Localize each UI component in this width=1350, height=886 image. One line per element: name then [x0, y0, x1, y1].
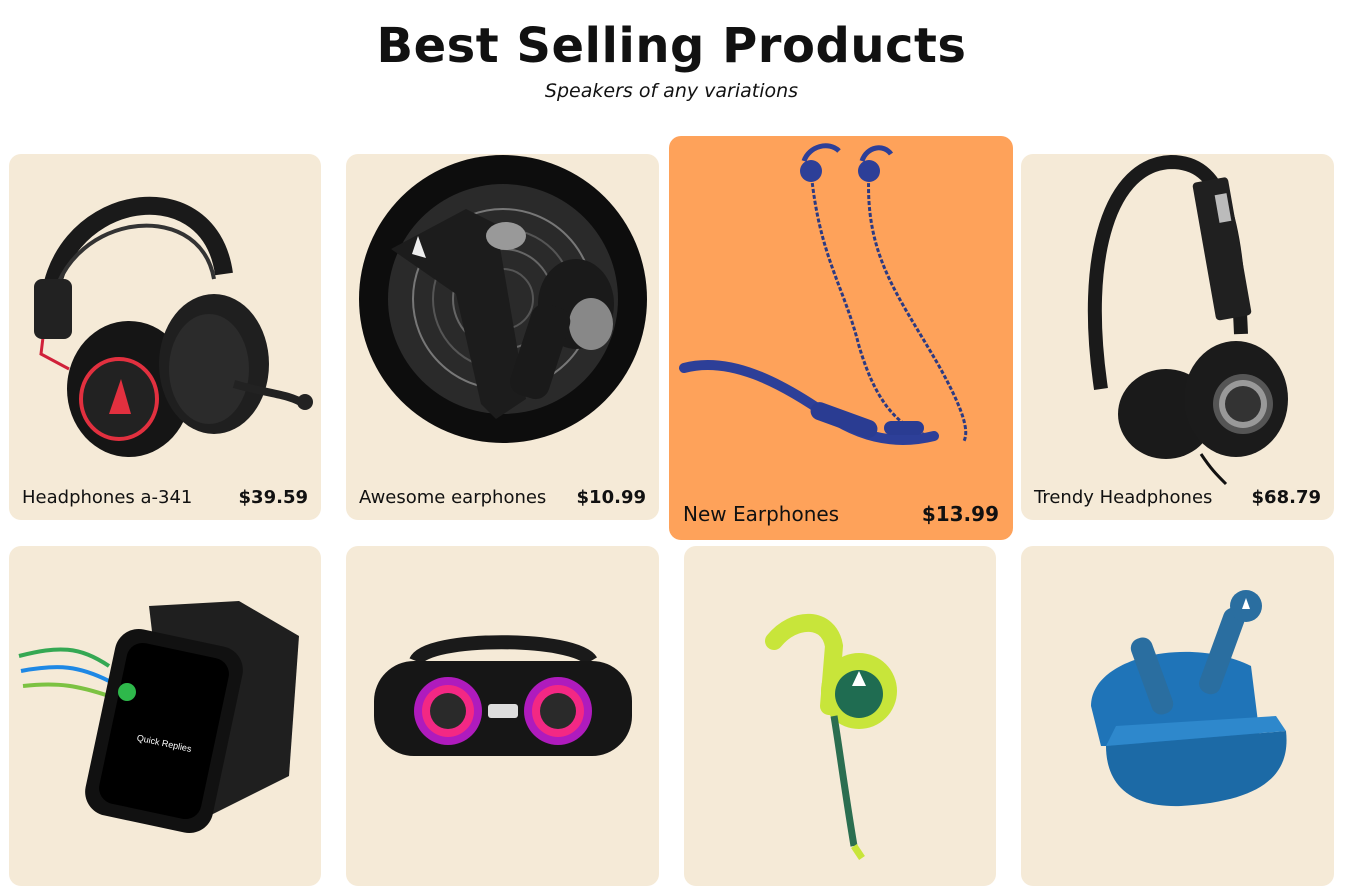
- product-name: New Earphones: [683, 502, 840, 526]
- on-ear-headphones-icon: [1021, 154, 1334, 520]
- product-card-earbuds-case[interactable]: [1021, 546, 1334, 886]
- product-card-awesome-earphones[interactable]: Awesome earphones $10.99: [346, 154, 659, 520]
- product-price: $39.59: [238, 487, 308, 508]
- neckband-earphones-icon: [669, 136, 1013, 540]
- page-title: Best Selling Products: [376, 18, 967, 74]
- product-card-sports-earphone[interactable]: [684, 546, 996, 886]
- sports-earphone-icon: [684, 546, 996, 886]
- product-card-headphones-a341[interactable]: Headphones a-341 $39.59: [9, 154, 321, 520]
- product-card-trendy-headphones[interactable]: Trendy Headphones $68.79: [1021, 154, 1334, 520]
- product-price: $13.99: [921, 502, 999, 526]
- product-card-smartwatch[interactable]: Quick Replies: [9, 546, 321, 886]
- product-name: Awesome earphones: [359, 487, 547, 508]
- product-card-new-earphones[interactable]: New Earphones $13.99: [669, 136, 1013, 540]
- smartwatch-icon: Quick Replies: [9, 546, 321, 886]
- product-name: Headphones a-341: [22, 487, 193, 508]
- product-name: Trendy Headphones: [1034, 487, 1213, 508]
- product-card-bluetooth-speaker[interactable]: [346, 546, 659, 886]
- product-price: $10.99: [576, 487, 646, 508]
- gaming-headset-icon: [9, 154, 321, 520]
- wireless-earbuds-icon: [346, 154, 659, 520]
- bluetooth-speaker-icon: [346, 546, 659, 886]
- page-subtitle: Speakers of any variations: [544, 80, 799, 102]
- product-price: $68.79: [1251, 487, 1321, 508]
- earbuds-case-icon: [1021, 546, 1334, 886]
